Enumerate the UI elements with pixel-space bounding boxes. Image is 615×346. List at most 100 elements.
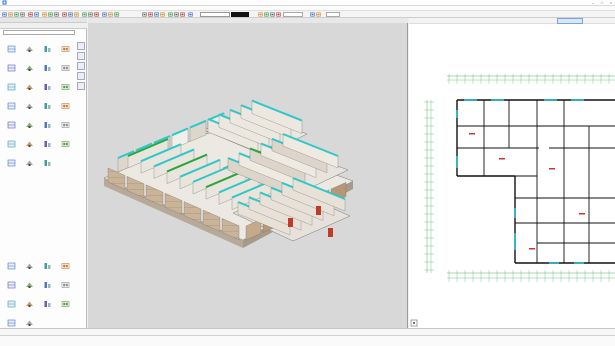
pan-icon[interactable] <box>270 12 275 17</box>
measure-icon[interactable] <box>82 12 87 17</box>
tool-palette <box>0 18 87 328</box>
align-tool[interactable] <box>38 281 56 299</box>
room-tag <box>469 133 475 135</box>
split-icon <box>20 300 38 308</box>
section-tool[interactable] <box>20 140 38 158</box>
open-icon[interactable] <box>148 12 153 17</box>
cut-icon[interactable] <box>42 12 47 17</box>
property-dropdown[interactable] <box>200 12 230 17</box>
side-tool-icon[interactable] <box>77 52 85 60</box>
split-tool[interactable] <box>20 300 38 318</box>
column-tool[interactable] <box>2 45 20 63</box>
select-icon[interactable] <box>74 12 79 17</box>
side-tool-icon[interactable] <box>77 82 85 90</box>
roof-tool[interactable] <box>2 83 20 101</box>
command-line[interactable] <box>0 328 615 336</box>
detail-tool[interactable] <box>2 140 20 158</box>
join-tool[interactable] <box>38 300 56 318</box>
sheet-tool[interactable] <box>20 159 38 177</box>
zoom-icon[interactable] <box>264 12 269 17</box>
undo-icon[interactable] <box>168 12 173 17</box>
redo-icon[interactable] <box>34 12 39 17</box>
floor-plan-viewport[interactable] <box>409 18 615 328</box>
pan-icon[interactable] <box>68 12 73 17</box>
delete-tool[interactable] <box>56 300 74 318</box>
slab-tool[interactable] <box>56 45 74 63</box>
settings-icon <box>2 319 20 327</box>
paste-icon[interactable] <box>54 12 59 17</box>
opening-tool[interactable] <box>56 83 74 101</box>
furniture-tool[interactable] <box>38 102 56 120</box>
side-tool-icon[interactable] <box>77 72 85 80</box>
cut-icon[interactable] <box>180 12 185 17</box>
save-icon[interactable] <box>154 12 159 17</box>
undo-icon[interactable] <box>28 12 33 17</box>
group-tool[interactable] <box>2 262 20 280</box>
status-bar <box>0 336 615 346</box>
detail-icon <box>2 140 20 148</box>
mirror-tool[interactable] <box>38 262 56 280</box>
section-icon <box>20 140 38 148</box>
layer-icon[interactable] <box>94 12 99 17</box>
window-icon <box>2 64 20 72</box>
side-tool-icon[interactable] <box>77 42 85 50</box>
wall-tool[interactable] <box>20 45 38 63</box>
array-tool[interactable] <box>20 262 38 280</box>
save-icon[interactable] <box>14 12 19 17</box>
schedule-icon <box>2 159 20 167</box>
measure-icon[interactable] <box>310 12 315 17</box>
layer-field[interactable] <box>283 12 303 17</box>
stair-tool[interactable] <box>56 64 74 82</box>
export-tool[interactable] <box>38 159 56 177</box>
curtain-wall-tool[interactable] <box>38 83 56 101</box>
side-tool-icon[interactable] <box>77 62 85 70</box>
symbol-tool[interactable] <box>56 121 74 139</box>
axis-tool[interactable] <box>56 102 74 120</box>
floor-plan-drawing[interactable] <box>409 18 615 328</box>
print-icon[interactable] <box>160 12 165 17</box>
open-icon[interactable] <box>8 12 13 17</box>
offset-tool[interactable] <box>56 281 74 299</box>
copy-icon[interactable] <box>188 12 193 17</box>
palette-search-input[interactable] <box>3 30 75 35</box>
elevation-tool[interactable] <box>38 140 56 158</box>
paste-icon[interactable] <box>258 12 263 17</box>
text-tool[interactable] <box>20 121 38 139</box>
door-tool[interactable] <box>20 64 38 82</box>
app-icon <box>2 0 7 5</box>
3d-icon[interactable] <box>114 12 119 17</box>
toolbar <box>0 11 615 18</box>
beam-tool[interactable] <box>38 45 56 63</box>
dimension-tool[interactable] <box>2 121 20 139</box>
new-icon[interactable] <box>2 12 7 17</box>
print-icon[interactable] <box>20 12 25 17</box>
move-tool[interactable] <box>2 281 20 299</box>
copy-element-tool[interactable] <box>20 281 38 299</box>
ramp-icon <box>2 102 20 110</box>
redo-icon[interactable] <box>174 12 179 17</box>
3d-viewport[interactable] <box>88 18 408 328</box>
trim-tool[interactable] <box>2 300 20 318</box>
railing-tool[interactable] <box>20 83 38 101</box>
ramp-tool[interactable] <box>2 102 20 120</box>
render-icon[interactable] <box>108 12 113 17</box>
grid-icon[interactable] <box>88 12 93 17</box>
view-tool[interactable] <box>56 140 74 158</box>
select-icon[interactable] <box>276 12 281 17</box>
snap-icon[interactable] <box>102 12 107 17</box>
window-tool[interactable] <box>2 64 20 82</box>
copy-icon[interactable] <box>48 12 53 17</box>
hatch-tool[interactable] <box>38 121 56 139</box>
room-tool[interactable] <box>38 64 56 82</box>
scale-field[interactable] <box>326 12 340 17</box>
zoom-icon[interactable] <box>62 12 67 17</box>
color-field[interactable] <box>231 12 249 17</box>
grid-icon[interactable] <box>316 12 321 17</box>
delete-icon <box>56 300 74 308</box>
rotate-tool[interactable] <box>56 262 74 280</box>
new-icon[interactable] <box>142 12 147 17</box>
schedule-tool[interactable] <box>2 159 20 177</box>
help-icon <box>20 319 38 327</box>
building-3d-model[interactable] <box>88 18 408 328</box>
parking-tool[interactable] <box>20 102 38 120</box>
